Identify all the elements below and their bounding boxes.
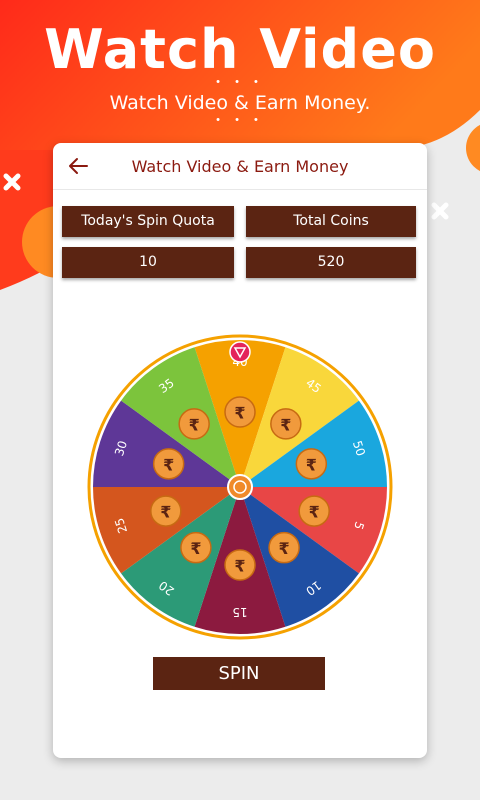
wheel-hub	[227, 474, 253, 500]
spin-button[interactable]: SPIN	[153, 657, 325, 690]
wheel-segment-label: 15	[232, 605, 247, 619]
coin-symbol: ₹	[160, 503, 171, 522]
triangle-pointer-icon	[229, 341, 251, 363]
coin-symbol: ₹	[234, 557, 245, 576]
promo-dots-top: • • •	[216, 76, 264, 88]
coin-symbol: ₹	[190, 539, 201, 558]
app-card: Watch Video & Earn Money Today's Spin Qu…	[53, 143, 427, 758]
coin-symbol: ₹	[189, 415, 200, 434]
promo-dots-bottom: • • •	[216, 114, 264, 126]
coin-symbol: ₹	[306, 455, 317, 474]
coin-symbol: ₹	[163, 455, 174, 474]
coin-symbol: ₹	[279, 539, 290, 558]
promo-title: Watch Video	[44, 18, 436, 81]
promo-subtitle: Watch Video & Earn Money.	[109, 92, 371, 114]
coin-symbol: ₹	[234, 404, 245, 423]
spin-wheel[interactable]: 40₹45₹50₹5₹10₹15₹20₹25₹30₹35₹	[53, 143, 427, 643]
coin-symbol: ₹	[280, 415, 291, 434]
coin-symbol: ₹	[309, 503, 320, 522]
